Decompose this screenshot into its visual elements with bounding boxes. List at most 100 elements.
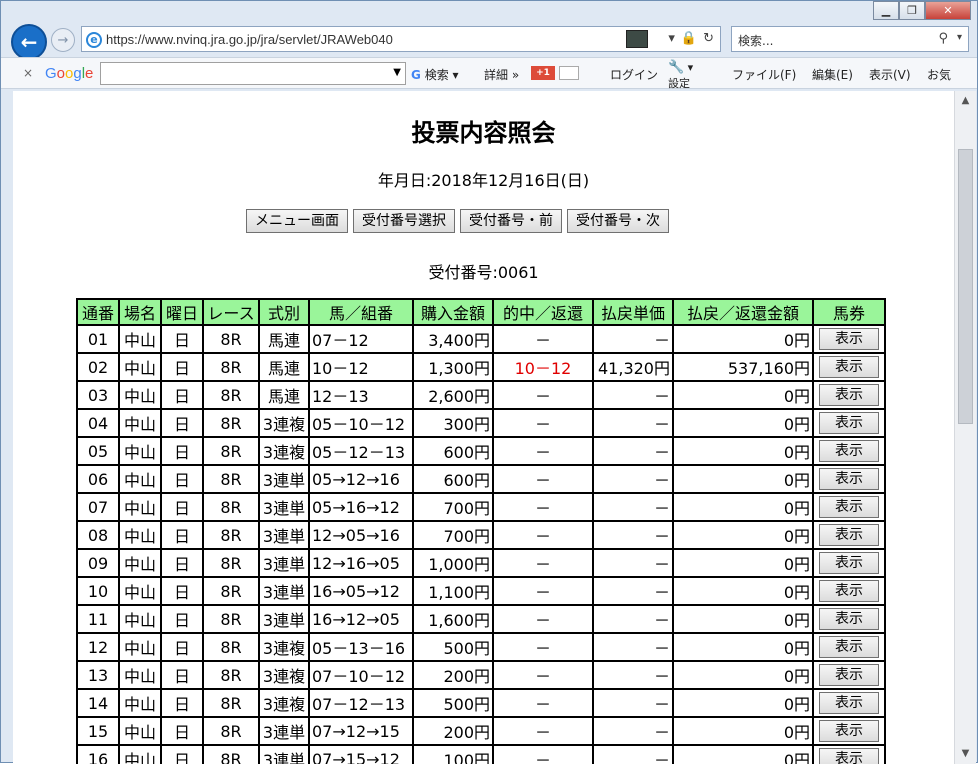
menu-file[interactable]: ファイル(F): [732, 66, 796, 83]
back-button[interactable]: ←: [11, 24, 47, 60]
cell-no: 10: [76, 576, 120, 606]
cell-refund: 0円: [672, 632, 814, 662]
address-bar[interactable]: e https://www.nvinq.jra.go.jp/jra/servle…: [81, 26, 721, 52]
cell-unit-price: －: [592, 660, 674, 690]
cell-type: 3連複: [258, 688, 310, 718]
header-race: レース: [202, 298, 260, 326]
show-ticket-button[interactable]: 表示: [819, 524, 879, 546]
show-ticket-button[interactable]: 表示: [819, 664, 879, 686]
cell-hit: 10－12: [492, 352, 594, 382]
cell-ticket: 表示: [812, 380, 886, 410]
show-ticket-button[interactable]: 表示: [819, 496, 879, 518]
menu-view[interactable]: 表示(V): [869, 66, 911, 83]
header-ticket: 馬券: [812, 298, 886, 326]
bets-table: 通番 場名 曜日 レース 式別 馬／組番 購入金額 的中／返還 払戻単価 払戻／…: [76, 298, 886, 764]
show-ticket-button[interactable]: 表示: [819, 440, 879, 462]
menu-screen-button[interactable]: メニュー画面: [246, 209, 348, 233]
header-combo: 馬／組番: [308, 298, 414, 326]
cell-combo: 07－12: [308, 324, 414, 354]
cell-hit: －: [492, 464, 594, 494]
show-ticket-button[interactable]: 表示: [819, 384, 879, 406]
cell-ticket: 表示: [812, 604, 886, 634]
cell-day: 日: [160, 464, 204, 494]
forward-button[interactable]: →: [51, 28, 75, 52]
lock-icon[interactable]: 🔒: [681, 31, 697, 46]
cell-day: 日: [160, 576, 204, 606]
table-row: 16 中山日 8R 3連単 07→15→12 100円－－ 0円 表示: [76, 744, 886, 764]
google-search-input[interactable]: ▼: [100, 62, 406, 85]
search-box[interactable]: 検索... ⚲ ▾: [731, 26, 969, 52]
cell-type: 馬連: [258, 352, 310, 382]
cell-day: 日: [160, 632, 204, 662]
cell-type: 3連単: [258, 744, 310, 764]
show-ticket-button[interactable]: 表示: [819, 412, 879, 434]
show-ticket-button[interactable]: 表示: [819, 748, 879, 764]
cell-hit: －: [492, 744, 594, 764]
show-ticket-button[interactable]: 表示: [819, 692, 879, 714]
scroll-thumb[interactable]: [958, 149, 973, 424]
cell-type: 3連複: [258, 660, 310, 690]
cell-day: 日: [160, 548, 204, 578]
cell-amount: 1,600円: [412, 604, 494, 634]
cell-combo: 07→12→15: [308, 716, 414, 746]
cell-amount: 600円: [412, 436, 494, 466]
cell-race: 8R: [202, 688, 260, 718]
wrench-icon: 🔧: [668, 60, 685, 75]
refresh-icon[interactable]: ↻: [703, 31, 714, 46]
minimize-icon[interactable]: ▁: [873, 1, 899, 20]
table-row: 01 中山日 8R 馬連 07－12 3,400円－－ 0円 表示: [76, 324, 886, 354]
cell-unit-price: －: [592, 604, 674, 634]
cell-type: 3連単: [258, 548, 310, 578]
show-ticket-button[interactable]: 表示: [819, 552, 879, 574]
cell-no: 14: [76, 688, 120, 718]
site-thumbnail-icon[interactable]: [626, 30, 648, 48]
chevron-down-icon[interactable]: ▼: [393, 67, 401, 78]
login-button[interactable]: ログイン: [610, 66, 658, 83]
cell-ticket: 表示: [812, 492, 886, 522]
cell-amount: 700円: [412, 520, 494, 550]
cell-ticket: 表示: [812, 688, 886, 718]
search-icon[interactable]: ⚲: [938, 31, 948, 46]
search-dropdown-icon[interactable]: ▾: [957, 32, 962, 43]
show-ticket-button[interactable]: 表示: [819, 608, 879, 630]
cell-unit-price: －: [592, 324, 674, 354]
cell-place: 中山: [118, 380, 162, 410]
show-ticket-button[interactable]: 表示: [819, 720, 879, 742]
details-button[interactable]: 詳細 »: [484, 66, 519, 83]
url-text: https://www.nvinq.jra.go.jp/jra/servlet/…: [106, 32, 393, 47]
ie-icon: e: [86, 32, 102, 48]
table-row: 10 中山日 8R 3連単 16→05→12 1,100円－－ 0円 表示: [76, 576, 886, 606]
cell-day: 日: [160, 660, 204, 690]
menu-edit[interactable]: 編集(E): [812, 66, 853, 83]
close-icon[interactable]: ✕: [925, 1, 971, 20]
cell-day: 日: [160, 436, 204, 466]
cell-refund: 0円: [672, 576, 814, 606]
cell-ticket: 表示: [812, 436, 886, 466]
show-ticket-button[interactable]: 表示: [819, 328, 879, 350]
vertical-scrollbar[interactable]: ▲ ▼: [954, 91, 976, 764]
header-type: 式別: [258, 298, 310, 326]
toolbar-close-icon[interactable]: ×: [23, 66, 33, 80]
cell-race: 8R: [202, 604, 260, 634]
settings-button[interactable]: 🔧 ▾ 設定: [668, 60, 693, 91]
cell-ticket: 表示: [812, 632, 886, 662]
show-ticket-button[interactable]: 表示: [819, 580, 879, 602]
menu-favorites[interactable]: お気: [927, 66, 951, 83]
cell-place: 中山: [118, 604, 162, 634]
restore-icon[interactable]: ❐: [899, 1, 925, 20]
header-hit: 的中／返還: [492, 298, 594, 326]
receipt-next-button[interactable]: 受付番号・次: [567, 209, 669, 233]
receipt-select-button[interactable]: 受付番号選択: [353, 209, 455, 233]
google-search-button[interactable]: G 検索 ▾: [411, 66, 459, 83]
show-ticket-button[interactable]: 表示: [819, 468, 879, 490]
cell-race: 8R: [202, 576, 260, 606]
scroll-up-icon[interactable]: ▲: [955, 91, 976, 111]
scroll-down-icon[interactable]: ▼: [955, 744, 976, 764]
dropdown-icon[interactable]: ▾: [668, 31, 675, 46]
gplus-button[interactable]: +1: [531, 66, 555, 80]
date-line: 年月日:2018年12月16日(日): [377, 171, 590, 190]
show-ticket-button[interactable]: 表示: [819, 356, 879, 378]
receipt-prev-button[interactable]: 受付番号・前: [460, 209, 562, 233]
show-ticket-button[interactable]: 表示: [819, 636, 879, 658]
cell-hit: －: [492, 520, 594, 550]
